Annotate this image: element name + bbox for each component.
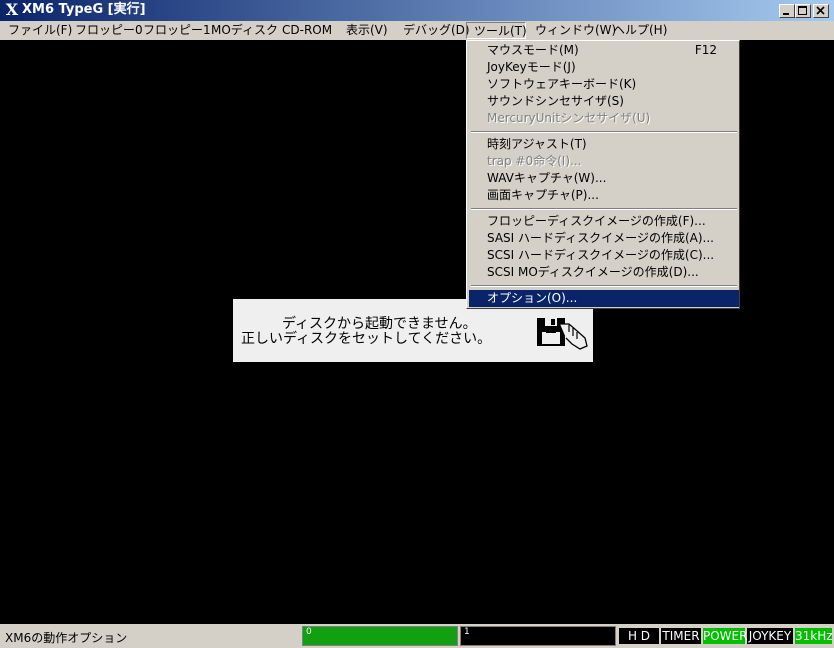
minimize-button[interactable] xyxy=(779,4,795,18)
menu-floppy1[interactable]: フロッピー1 xyxy=(143,23,211,38)
menu-item-trap0: trap #0命令(I)... xyxy=(487,154,582,168)
menu-view[interactable]: 表示(V) xyxy=(346,23,388,38)
menu-file[interactable]: ファイル(F) xyxy=(8,23,72,38)
menu-cdrom[interactable]: CD-ROM xyxy=(282,23,332,38)
maximize-button[interactable] xyxy=(795,4,811,18)
power-indicator: POWER xyxy=(703,628,748,644)
maximize-icon xyxy=(798,6,807,15)
tools-menu: マウスモード(M) F12 JoyKeyモード(J) ソフトウェアキーボード(K… xyxy=(466,40,740,309)
menu-item-create-floppy-image[interactable]: フロッピーディスクイメージの作成(F)... xyxy=(469,213,739,230)
menu-mo-disk[interactable]: MOディスク xyxy=(211,23,278,38)
boot-error-line1: ディスクから起動できません。 xyxy=(282,316,477,332)
menu-item-create-sasi-image[interactable]: SASI ハードディスクイメージの作成(A)... xyxy=(469,230,739,247)
menu-item-create-scsi-mo-image[interactable]: SCSI MOディスクイメージの作成(D)... xyxy=(469,264,739,281)
menu-bar: ファイル(F) フロッピー0 フロッピー1 MOディスク CD-ROM 表示(V… xyxy=(0,21,834,40)
close-icon xyxy=(816,6,825,15)
timer-indicator: TIMER xyxy=(661,628,701,644)
insert-disk-icon xyxy=(537,318,588,350)
window-title: XM6 TypeG [実行] xyxy=(22,2,146,17)
menu-help[interactable]: ヘルプ(H) xyxy=(613,23,667,38)
app-icon[interactable]: X xyxy=(4,2,20,18)
hd-indicator: H D xyxy=(619,628,659,644)
menu-debug[interactable]: デバッグ(D) xyxy=(403,23,470,38)
menu-tools[interactable]: ツール(T) xyxy=(466,22,527,39)
menu-item-mercury-synthesizer: MercuryUnitシンセサイザ(U) xyxy=(487,111,651,125)
menu-item-mouse-mode[interactable]: マウスモード(M) F12 xyxy=(469,42,739,59)
menu-item-software-keyboard[interactable]: ソフトウェアキーボード(K) xyxy=(469,76,739,93)
menu-item-wav-capture[interactable]: WAVキャプチャ(W)... xyxy=(469,170,739,187)
menu-item-screen-capture[interactable]: 画面キャプチャ(P)... xyxy=(469,187,739,204)
menu-window[interactable]: ウィンドウ(W) xyxy=(535,23,616,38)
menu-separator xyxy=(471,131,737,133)
menu-item-create-scsi-image[interactable]: SCSI ハードディスクイメージの作成(C)... xyxy=(469,247,739,264)
menu-item-options[interactable]: オプション(O)... xyxy=(469,290,739,307)
31khz-indicator: 31kHz xyxy=(795,628,833,644)
menu-item-joykey-mode[interactable]: JoyKeyモード(J) xyxy=(469,59,739,76)
fdd0-status[interactable]: 0 xyxy=(302,626,458,646)
status-bar: XM6の動作オプション 0 1 H D TIMER POWER JOYKEY 3… xyxy=(0,624,834,648)
menu-floppy0[interactable]: フロッピー0 xyxy=(75,23,143,38)
close-button[interactable] xyxy=(813,4,829,18)
fdd1-status[interactable]: 1 xyxy=(460,626,616,646)
boot-error-line2: 正しいディスクをセットしてください。 xyxy=(241,331,492,347)
menu-separator xyxy=(471,208,737,210)
joykey-indicator: JOYKEY xyxy=(747,628,793,644)
menu-item-time-adjust[interactable]: 時刻アジャスト(T) xyxy=(469,136,739,153)
minimize-icon xyxy=(783,13,789,15)
title-bar[interactable]: X XM6 TypeG [実行] xyxy=(0,0,834,21)
menu-separator xyxy=(471,285,737,287)
shortcut-f12: F12 xyxy=(694,43,717,57)
status-message: XM6の動作オプション xyxy=(5,631,128,645)
menu-item-sound-synthesizer[interactable]: サウンドシンセサイザ(S) xyxy=(469,93,739,110)
